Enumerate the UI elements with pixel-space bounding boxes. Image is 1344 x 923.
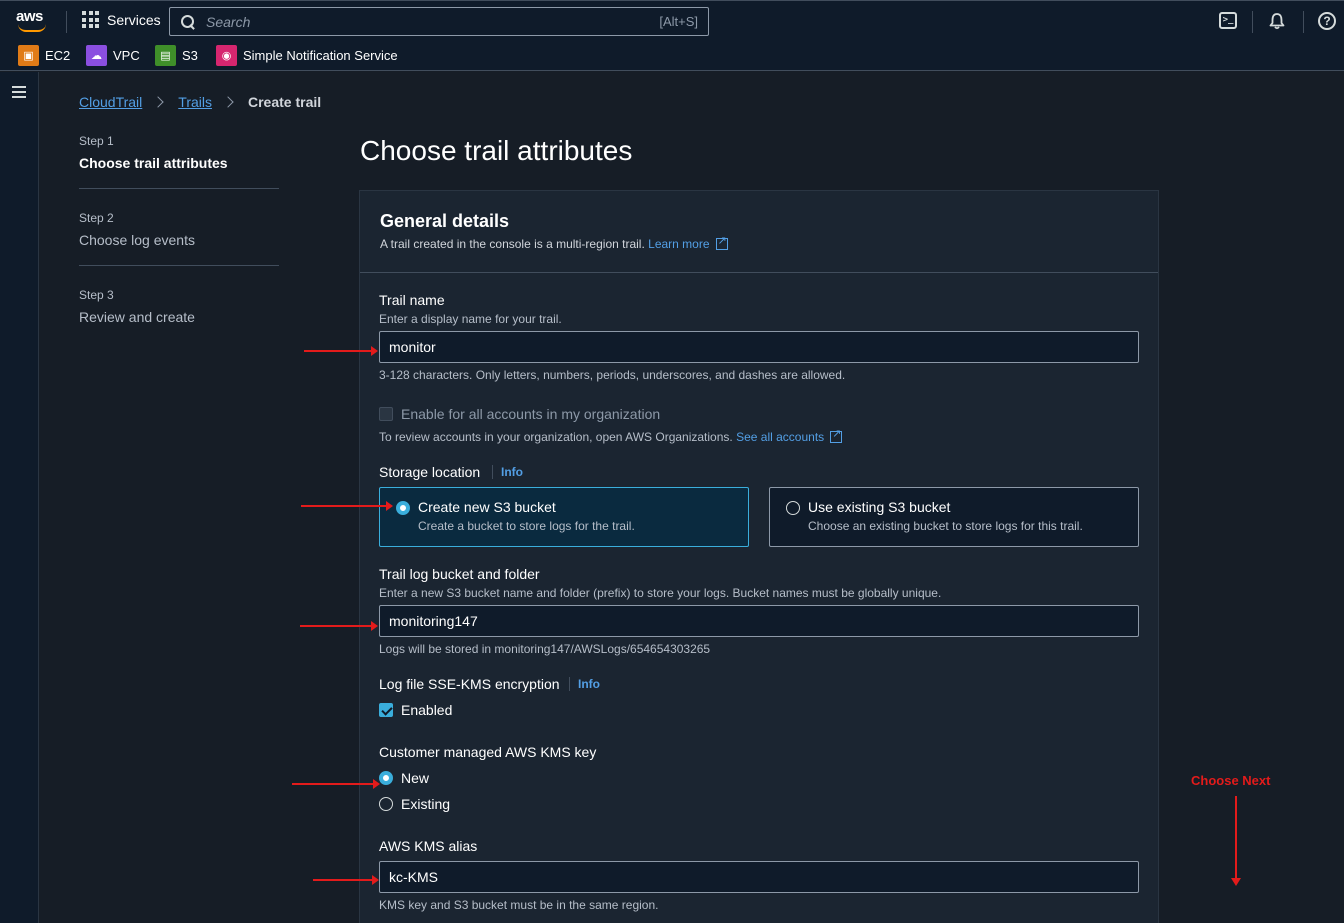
search-placeholder: Search (206, 13, 251, 30)
create-new-bucket-tile[interactable]: Create new S3 bucket Create a bucket to … (379, 487, 749, 547)
sns-icon: ◉ (216, 45, 237, 66)
cloudshell-icon[interactable]: >_ (1219, 12, 1237, 29)
kms-new-radio[interactable] (379, 771, 393, 785)
favorite-vpc[interactable]: ☁ VPC (86, 45, 140, 66)
encryption-label: Log file SSE-KMS encryption (379, 676, 560, 692)
trail-name-label: Trail name (379, 292, 445, 308)
chevron-right-icon (152, 96, 164, 108)
storage-location-label: Storage location (379, 464, 481, 480)
wizard-steps: Step 1 Choose trail attributes Step 2 Ch… (79, 134, 279, 364)
s3-icon: ▤ (155, 45, 176, 66)
container-description: A trail created in the console is a mult… (380, 234, 1138, 251)
use-existing-bucket-radio[interactable] (786, 501, 800, 515)
encryption-info-link[interactable]: Info (569, 677, 600, 691)
kms-alias-label: AWS KMS alias (379, 838, 478, 854)
favorite-s3[interactable]: ▤ S3 (155, 45, 198, 66)
org-checkbox[interactable] (379, 407, 393, 421)
trail-name-hint: 3-128 characters. Only letters, numbers,… (379, 368, 846, 382)
divider (1303, 11, 1304, 33)
services-menu-button[interactable]: Services (82, 11, 161, 28)
use-existing-bucket-tile[interactable]: Use existing S3 bucket Choose an existin… (769, 487, 1139, 547)
kms-existing-radio[interactable] (379, 797, 393, 811)
container-heading: General details (380, 211, 510, 231)
learn-more-link[interactable]: Learn more (648, 237, 709, 251)
encryption-enabled-label: Enabled (401, 702, 453, 718)
annotation-arrow (301, 501, 393, 511)
general-details-container: General details A trail created in the c… (359, 190, 1159, 923)
annotation-arrow (304, 346, 378, 356)
storage-info-link[interactable]: Info (492, 465, 523, 479)
annotation-down-arrow (1231, 796, 1241, 886)
help-icon[interactable]: ? (1318, 12, 1336, 30)
step-2[interactable]: Step 2 Choose log events (79, 211, 279, 266)
favorite-ec2[interactable]: ▣ EC2 (18, 45, 70, 66)
kms-existing-label: Existing (401, 796, 451, 812)
search-input[interactable]: Search [Alt+S] (169, 7, 709, 36)
favorite-sns[interactable]: ◉ Simple Notification Service (216, 45, 398, 66)
bucket-hint: Logs will be stored in monitoring147/AWS… (379, 642, 711, 656)
encryption-enabled-checkbox[interactable] (379, 703, 393, 717)
create-new-bucket-radio[interactable] (396, 501, 410, 515)
bucket-description: Enter a new S3 bucket name and folder (p… (379, 586, 942, 600)
aws-smile-icon (18, 24, 46, 32)
page-title: Choose trail attributes (360, 135, 633, 166)
bucket-label: Trail log bucket and folder (379, 566, 540, 582)
external-link-icon (830, 427, 843, 443)
ec2-icon: ▣ (18, 45, 39, 66)
see-all-accounts-link[interactable]: See all accounts (736, 430, 824, 444)
kms-alias-hint: KMS key and S3 bucket must be in the sam… (379, 898, 659, 912)
search-icon (180, 14, 196, 30)
aws-logo[interactable]: aws (16, 9, 50, 33)
vpc-icon: ☁ (86, 45, 107, 66)
breadcrumb-current: Create trail (247, 94, 322, 110)
divider (66, 11, 67, 33)
services-label: Services (107, 11, 161, 28)
trail-name-input[interactable]: monitor (379, 331, 1139, 363)
trail-name-description: Enter a display name for your trail. (379, 312, 562, 326)
org-checkbox-label: Enable for all accounts in my organizati… (401, 406, 661, 422)
step-1: Step 1 Choose trail attributes (79, 134, 279, 189)
kms-alias-input[interactable]: kc-KMS (379, 861, 1139, 893)
top-navigation: aws Services Search [Alt+S] >_ ? (0, 0, 1344, 41)
external-link-icon (715, 234, 728, 250)
kms-key-label: Customer managed AWS KMS key (379, 744, 597, 760)
annotation-arrow (292, 779, 380, 789)
menu-icon[interactable] (12, 86, 26, 98)
breadcrumb: CloudTrail Trails Create trail (79, 94, 321, 110)
step-3[interactable]: Step 3 Review and create (79, 288, 279, 342)
kms-new-label: New (401, 770, 430, 786)
grid-icon (82, 11, 99, 28)
bucket-input[interactable]: monitoring147 (379, 605, 1139, 637)
annotation-text: Choose Next (1191, 773, 1271, 788)
org-description: To review accounts in your organization,… (379, 427, 843, 444)
annotation-arrow (313, 875, 379, 885)
annotation-arrow (300, 621, 378, 631)
chevron-right-icon (222, 96, 234, 108)
breadcrumb-trails[interactable]: Trails (178, 94, 212, 110)
bell-icon[interactable] (1268, 12, 1286, 30)
breadcrumb-cloudtrail[interactable]: CloudTrail (79, 94, 142, 110)
divider (1252, 11, 1253, 33)
search-shortcut: [Alt+S] (659, 14, 698, 29)
favorites-bar: ▣ EC2 ☁ VPC ▤ S3 ◉ Simple Notification S… (0, 41, 1344, 71)
container-header: General details A trail created in the c… (360, 191, 1158, 273)
side-navigation-strip (0, 72, 39, 923)
